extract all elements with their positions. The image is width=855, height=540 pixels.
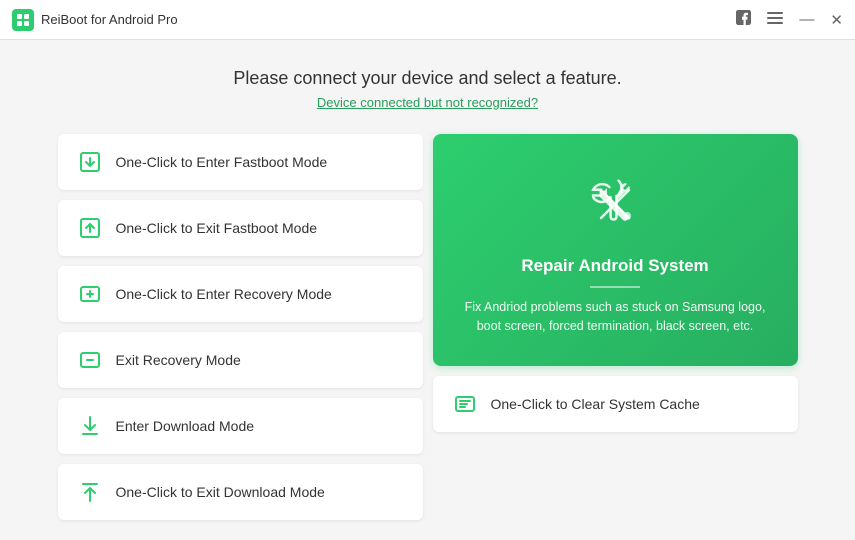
headline: Please connect your device and select a … — [233, 68, 621, 89]
exit-recovery-label: Exit Recovery Mode — [116, 352, 241, 368]
device-not-recognized-link[interactable]: Device connected but not recognized? — [317, 95, 538, 110]
recovery-enter-icon — [76, 280, 104, 308]
exit-fastboot-label: One-Click to Exit Fastboot Mode — [116, 220, 318, 236]
enter-download-label: Enter Download Mode — [116, 418, 255, 434]
exit-fastboot-button[interactable]: One-Click to Exit Fastboot Mode — [58, 200, 423, 256]
recovery-exit-icon — [76, 346, 104, 374]
enter-download-button[interactable]: Enter Download Mode — [58, 398, 423, 454]
enter-recovery-button[interactable]: One-Click to Enter Recovery Mode — [58, 266, 423, 322]
enter-fastboot-button[interactable]: One-Click to Enter Fastboot Mode — [58, 134, 423, 190]
exit-recovery-button[interactable]: Exit Recovery Mode — [58, 332, 423, 388]
repair-card-description: Fix Andriod problems such as stuck on Sa… — [457, 298, 774, 336]
repair-card-title: Repair Android System — [521, 256, 708, 276]
close-icon[interactable]: ✕ — [830, 11, 843, 29]
repair-icon — [575, 164, 655, 244]
repair-card-divider — [590, 286, 640, 288]
title-bar: ReiBoot for Android Pro — ✕ — [0, 0, 855, 40]
clear-cache-button[interactable]: One-Click to Clear System Cache — [433, 376, 798, 432]
fastboot-exit-icon — [76, 214, 104, 242]
main-content: Please connect your device and select a … — [0, 40, 855, 540]
exit-download-button[interactable]: One-Click to Exit Download Mode — [58, 464, 423, 520]
app-title: ReiBoot for Android Pro — [41, 12, 178, 27]
exit-download-label: One-Click to Exit Download Mode — [116, 484, 325, 500]
clear-cache-icon — [451, 390, 479, 418]
enter-fastboot-label: One-Click to Enter Fastboot Mode — [116, 154, 328, 170]
app-logo: ReiBoot for Android Pro — [12, 9, 178, 31]
window-controls: — ✕ — [736, 10, 843, 29]
minimize-icon[interactable]: — — [799, 11, 814, 28]
repair-android-card[interactable]: Repair Android System Fix Andriod proble… — [433, 134, 798, 366]
facebook-icon[interactable] — [736, 10, 751, 29]
menu-icon[interactable] — [767, 11, 783, 28]
clear-cache-label: One-Click to Clear System Cache — [491, 396, 700, 412]
enter-recovery-label: One-Click to Enter Recovery Mode — [116, 286, 332, 302]
download-enter-icon — [76, 412, 104, 440]
fastboot-enter-icon — [76, 148, 104, 176]
download-exit-icon — [76, 478, 104, 506]
feature-grid: One-Click to Enter Fastboot Mode One-Cli… — [58, 134, 798, 520]
logo-icon — [12, 9, 34, 31]
